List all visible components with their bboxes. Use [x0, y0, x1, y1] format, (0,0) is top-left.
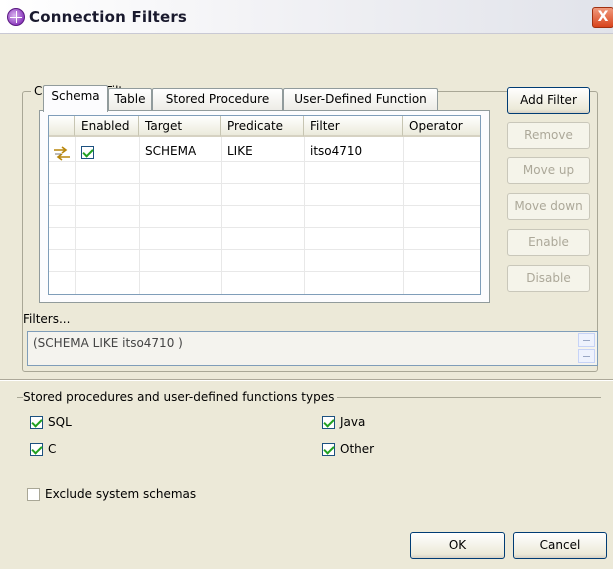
c-checkbox[interactable] — [30, 443, 43, 456]
sql-checkbox[interactable] — [30, 416, 43, 429]
filters-summary-text: (SCHEMA LIKE itso4710 ) — [33, 336, 183, 350]
exclude-system-schemas-option[interactable]: Exclude system schemas — [27, 487, 196, 502]
add-filter-button[interactable]: Add Filter — [507, 87, 590, 114]
column-header-predicate[interactable]: Predicate — [221, 116, 304, 137]
filters-table[interactable]: Enabled Target Predicate Filter Operator… — [48, 115, 481, 295]
exclude-system-schemas-checkbox[interactable] — [27, 488, 40, 501]
enabled-checkbox[interactable] — [81, 146, 94, 159]
disable-button[interactable]: Disable — [507, 265, 590, 292]
column-header-target[interactable]: Target — [139, 116, 221, 137]
sql-option[interactable]: SQL — [30, 415, 72, 430]
target-cell: SCHEMA — [145, 144, 197, 158]
java-option[interactable]: Java — [322, 415, 365, 430]
connection-filters-dialog: Connection Filters X Connection Filters … — [0, 0, 613, 569]
ok-button[interactable]: OK — [410, 532, 505, 559]
filters-label: Filters... — [23, 312, 71, 326]
java-label: Java — [340, 415, 366, 429]
other-label: Other — [340, 442, 375, 456]
exclude-system-schemas-label: Exclude system schemas — [45, 487, 197, 501]
cancel-button[interactable]: Cancel — [513, 532, 607, 559]
java-checkbox[interactable] — [322, 416, 335, 429]
grid-line — [49, 183, 480, 184]
other-option[interactable]: Other — [322, 442, 374, 457]
grid-line — [49, 205, 480, 206]
close-button[interactable]: X — [592, 7, 613, 28]
c-option[interactable]: C — [30, 442, 56, 457]
scroll-up-button[interactable] — [578, 333, 595, 347]
column-header-operator[interactable]: Operator — [403, 116, 480, 137]
filters-summary-field[interactable]: (SCHEMA LIKE itso4710 ) — [27, 331, 598, 366]
routine-types-legend: Stored procedures and user-defined funct… — [23, 390, 338, 404]
app-icon — [7, 8, 25, 26]
section-divider — [0, 379, 613, 381]
enable-button[interactable]: Enable — [507, 229, 590, 256]
column-header-enabled[interactable]: Enabled — [75, 116, 139, 137]
remove-button[interactable]: Remove — [507, 122, 590, 149]
window-title: Connection Filters — [29, 8, 188, 26]
predicate-cell: LIKE — [227, 144, 253, 158]
move-down-button[interactable]: Move down — [507, 193, 590, 220]
tab-user-defined-function[interactable]: User-Defined Function — [283, 88, 438, 111]
filter-row-icon — [54, 146, 70, 161]
tab-schema[interactable]: Schema — [43, 85, 108, 112]
enabled-cell[interactable] — [81, 142, 94, 163]
other-checkbox[interactable] — [322, 443, 335, 456]
title-bar[interactable]: Connection Filters X — [0, 0, 613, 34]
tab-stored-procedure[interactable]: Stored Procedure — [152, 88, 283, 111]
operator-cell — [403, 141, 409, 162]
grid-line — [49, 271, 480, 272]
routine-types-group: Stored procedures and user-defined funct… — [17, 390, 601, 470]
grid-line — [49, 161, 480, 162]
scroll-down-button[interactable] — [578, 349, 595, 363]
sql-label: SQL — [48, 415, 72, 429]
move-up-button[interactable]: Move up — [507, 157, 590, 184]
grid-line — [49, 227, 480, 228]
grid-line — [49, 249, 480, 250]
tab-table[interactable]: Table — [108, 88, 152, 111]
filter-cell: itso4710 — [310, 144, 363, 158]
column-header-filter[interactable]: Filter — [304, 116, 403, 137]
column-header-icon[interactable] — [49, 116, 75, 137]
c-label: C — [48, 442, 57, 456]
